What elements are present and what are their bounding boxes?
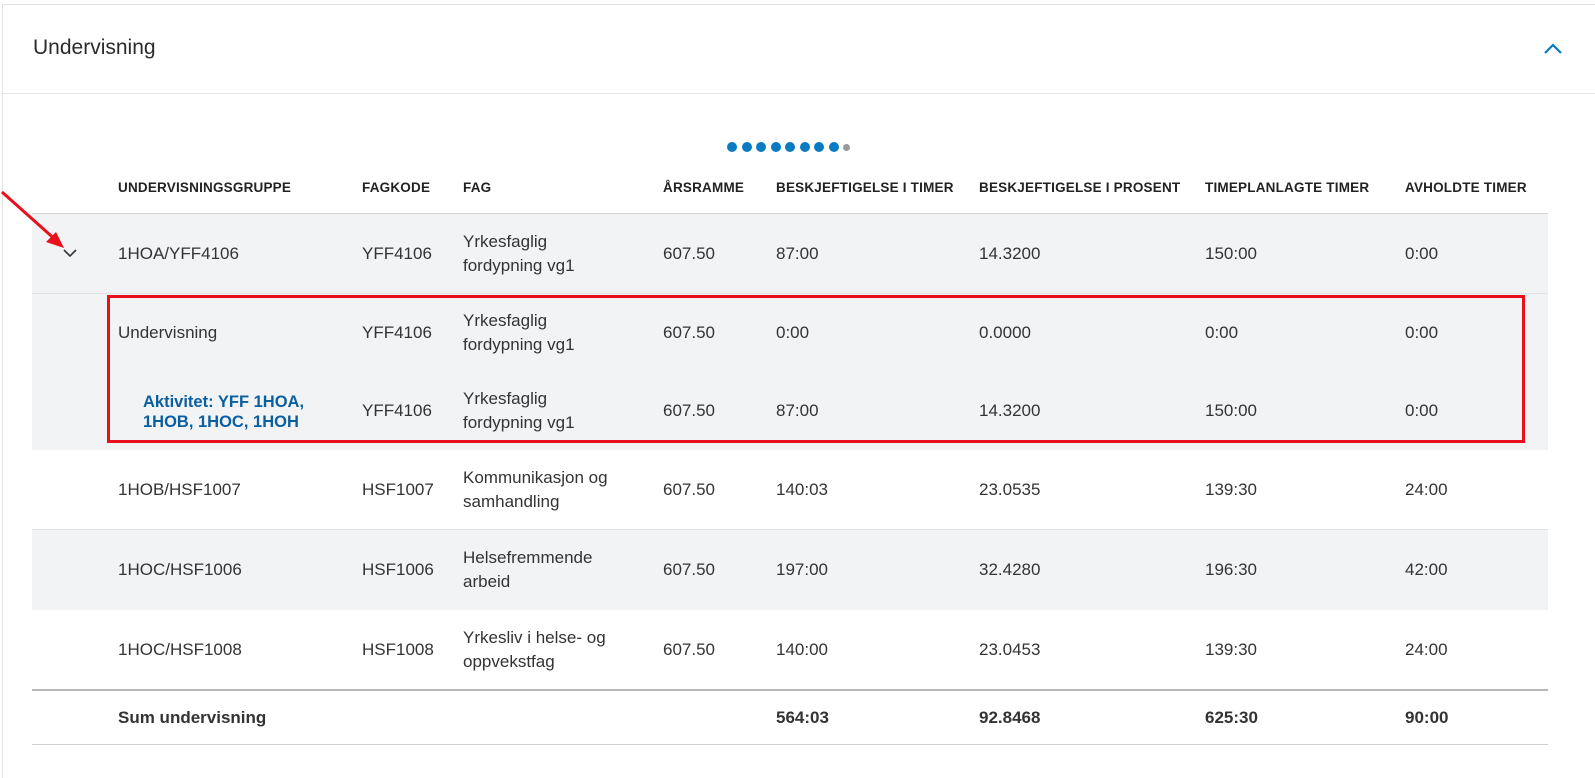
panel-header[interactable]: Undervisning xyxy=(3,5,1595,94)
page-dot[interactable] xyxy=(785,142,795,152)
cell-percent: 23.0535 xyxy=(979,480,1041,499)
cell-group: 1HOC/HSF1008 xyxy=(118,640,242,659)
cell-percent: 32.4280 xyxy=(979,560,1041,579)
cell-planned: 196:30 xyxy=(1205,560,1257,579)
cell-group: 1HOA/YFF4106 xyxy=(118,244,239,263)
page-dot[interactable] xyxy=(814,142,824,152)
page-dot[interactable] xyxy=(828,142,839,152)
cell-code: YFF4106 xyxy=(362,244,432,263)
cell-subject: Yrkesfaglig fordypning vg1 xyxy=(463,232,575,275)
column-header-frame[interactable]: ÅRSRAMME xyxy=(663,180,744,195)
cell-frame: 607.50 xyxy=(663,560,715,579)
cell-held: 0:00 xyxy=(1405,244,1439,263)
sum-held: 90:00 xyxy=(1405,708,1449,727)
page-dot[interactable] xyxy=(843,143,850,151)
cell-subject: Helsefremmende arbeid xyxy=(463,548,593,591)
page-dot[interactable] xyxy=(799,142,810,152)
highlight-annotation-box xyxy=(107,295,1525,443)
page-dot[interactable] xyxy=(756,142,766,152)
cell-frame: 607.50 xyxy=(663,480,715,499)
table-row[interactable]: 1HOC/HSF1006 HSF1006 Helsefremmende arbe… xyxy=(32,530,1548,610)
column-header-planned[interactable]: TIMEPLANLAGTE TIMER xyxy=(1205,180,1369,195)
chevron-up-icon[interactable] xyxy=(1543,41,1563,55)
column-header-group[interactable]: UNDERVISNINGSGRUPPE xyxy=(118,180,291,195)
page-dot[interactable] xyxy=(741,142,752,152)
cell-subject: Yrkesliv i helse- og oppvekstfag xyxy=(463,628,606,671)
sum-row: Sum undervisning 564:03 92.8468 625:30 9… xyxy=(32,691,1548,744)
table-row[interactable]: 1HOB/HSF1007 HSF1007 Kommunikasjon og sa… xyxy=(32,450,1548,530)
cell-code: HSF1008 xyxy=(362,640,434,659)
cell-percent: 14.3200 xyxy=(979,244,1041,263)
pagination-dots xyxy=(727,142,850,152)
cell-frame: 607.50 xyxy=(663,244,715,263)
red-arrow-icon xyxy=(1,190,64,248)
sum-divider-top xyxy=(32,689,1548,691)
cell-code: HSF1007 xyxy=(362,480,434,499)
page-dot[interactable] xyxy=(727,142,737,152)
cell-subject: Kommunikasjon og samhandling xyxy=(463,468,608,511)
sum-label: Sum undervisning xyxy=(118,708,267,727)
cell-hours: 140:03 xyxy=(776,480,828,499)
panel-title: Undervisning xyxy=(33,36,156,59)
table-row[interactable]: 1HOC/HSF1008 HSF1008 Yrkesliv i helse- o… xyxy=(32,610,1548,689)
cell-held: 24:00 xyxy=(1405,480,1448,499)
cell-held: 42:00 xyxy=(1405,560,1448,579)
cell-hours: 197:00 xyxy=(776,560,828,579)
cell-planned: 139:30 xyxy=(1205,480,1257,499)
cell-group: 1HOB/HSF1007 xyxy=(118,480,241,499)
column-header-code[interactable]: FAGKODE xyxy=(362,180,430,195)
column-header-subject[interactable]: FAG xyxy=(463,180,491,195)
cell-frame: 607.50 xyxy=(663,640,715,659)
cell-planned: 150:00 xyxy=(1205,244,1257,263)
column-header-percent[interactable]: BESKJEFTIGELSE I PROSENT xyxy=(979,180,1180,195)
cell-code: HSF1006 xyxy=(362,560,434,579)
cell-planned: 139:30 xyxy=(1205,640,1257,659)
column-header-held[interactable]: AVHOLDTE TIMER xyxy=(1405,180,1527,195)
cell-hours: 140:00 xyxy=(776,640,828,659)
sum-divider-bottom xyxy=(32,744,1548,745)
cell-hours: 87:00 xyxy=(776,244,819,263)
table-row[interactable]: 1HOA/YFF4106 YFF4106 Yrkesfaglig fordypn… xyxy=(32,214,1548,294)
page-dot[interactable] xyxy=(770,142,781,152)
cell-percent: 23.0453 xyxy=(979,640,1041,659)
column-header-hours[interactable]: BESKJEFTIGELSE I TIMER xyxy=(776,180,954,195)
sum-hours: 564:03 xyxy=(776,708,829,727)
sum-percent: 92.8468 xyxy=(979,708,1041,727)
sum-planned: 625:30 xyxy=(1205,708,1258,727)
cell-group: 1HOC/HSF1006 xyxy=(118,560,242,579)
cell-held: 24:00 xyxy=(1405,640,1448,659)
